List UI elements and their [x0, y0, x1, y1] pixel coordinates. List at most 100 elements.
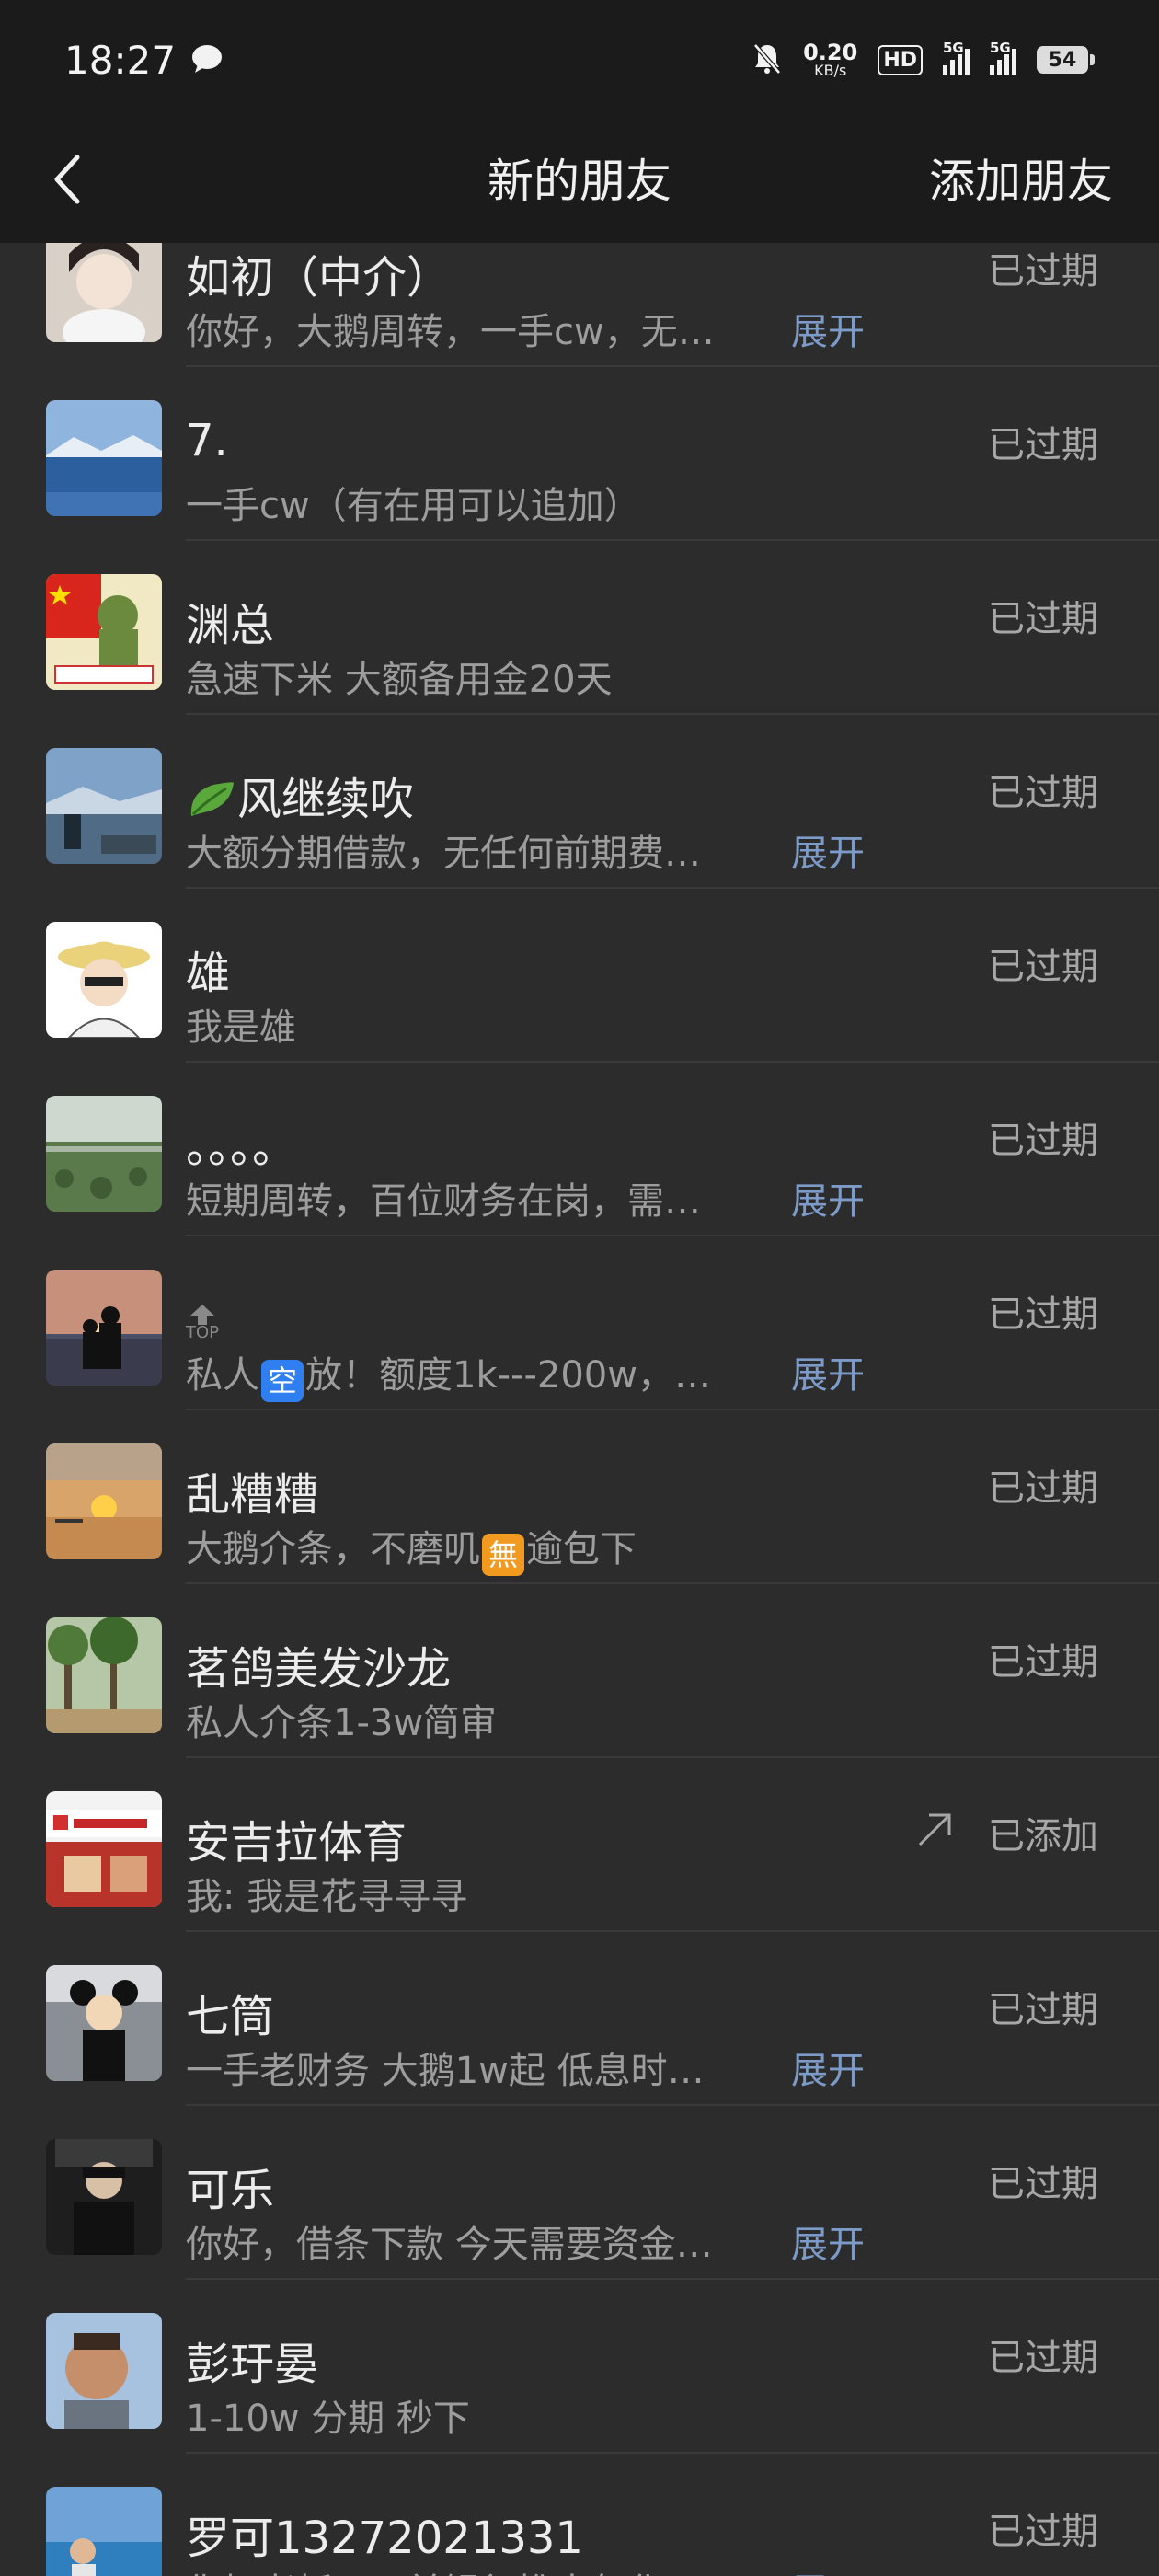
status-label: 已过期	[988, 1294, 1098, 1336]
expand-link[interactable]: 展开	[791, 1345, 865, 1398]
status-label: 已过期	[988, 2511, 1098, 2553]
avatar	[46, 400, 162, 516]
status-label: 已过期	[988, 424, 1098, 466]
expand-link[interactable]: 展开	[791, 823, 865, 877]
list-item[interactable]: 。。。。 短期周转，百位财务在岗，需… 展开 已过期	[0, 1063, 1159, 1236]
contact-message: 我: 我是花寻寻寻	[186, 1876, 468, 1918]
signal-label: 5G	[943, 40, 964, 56]
expand-link[interactable]: 展开	[791, 2562, 865, 2576]
add-friend-button[interactable]: 添加朋友	[929, 120, 1113, 243]
contact-name: 可乐	[186, 2165, 275, 2216]
avatar	[46, 1617, 162, 1733]
contact-message: 急速下米 大额备用金20天	[186, 659, 613, 701]
contact-name: 罗可13272021331	[186, 2513, 583, 2564]
status-label: 已过期	[988, 1641, 1098, 1684]
contact-message: 私人介条1-3w简审	[186, 1702, 498, 1744]
leaf-icon	[186, 779, 237, 820]
status-left: 18:27	[64, 38, 224, 83]
contact-message: 短期周转，百位财务在岗，需…	[186, 1180, 701, 1223]
list-item[interactable]: 七筒 一手老财务 大鹅1w起 低息时… 展开 已过期	[0, 1932, 1159, 2106]
net-speed-unit: KB/s	[814, 62, 847, 79]
arrow-up-right-icon	[914, 1810, 955, 1854]
hd-badge: HD	[878, 44, 923, 75]
list-item[interactable]: 茗鸽美发沙龙 私人介条1-3w简审 已过期	[0, 1584, 1159, 1758]
contact-name: 乱糟糟	[186, 1469, 319, 1521]
avatar	[46, 748, 162, 864]
contact-name-text: 风继续吹	[237, 774, 415, 825]
list-item[interactable]: 乱糟糟 大鹅介条，不磨叽無逾包下 已过期	[0, 1410, 1159, 1584]
contact-message: 你好，借条下款 今天需要资金…	[186, 2224, 713, 2266]
contact-message: 你好老板，目前银行推出年化…	[186, 2562, 701, 2576]
contact-message: 大额分期借款，无任何前期费…	[186, 833, 701, 875]
status-label: 已过期	[988, 1989, 1098, 2031]
avatar	[46, 1965, 162, 2081]
status-label: 已过期	[988, 772, 1098, 814]
contact-name: 茗鸽美发沙龙	[186, 1643, 452, 1695]
contact-name: 安吉拉体育	[186, 1817, 407, 1869]
message-text: 私人	[186, 1354, 259, 1397]
list-item[interactable]: TOP 私人空放！额度1k---200w，… 展开 已过期	[0, 1236, 1159, 1410]
list-item[interactable]: 彭玗晏 1-10w 分期 秒下 已过期	[0, 2280, 1159, 2454]
status-label: 已过期	[988, 598, 1098, 640]
net-speed: 0.20 KB/s	[803, 41, 857, 78]
status-right: 0.20 KB/s HD 5G 5G 54	[752, 40, 1095, 78]
list-item[interactable]: 雄 我是雄 已过期	[0, 889, 1159, 1063]
list-item[interactable]: 风继续吹 大额分期借款，无任何前期费… 展开 已过期	[0, 715, 1159, 889]
list-item[interactable]: 渊总 急速下米 大额备用金20天 已过期	[0, 541, 1159, 715]
status-label: 已过期	[988, 946, 1098, 988]
bell-mute-icon	[752, 41, 783, 78]
expand-link[interactable]: 展开	[791, 1171, 865, 1225]
avatar	[46, 1791, 162, 1907]
contact-message: 大鹅介条，不磨叽無逾包下	[186, 1519, 637, 1576]
list-item[interactable]: 可乐 你好，借条下款 今天需要资金… 展开 已过期	[0, 2106, 1159, 2280]
avatar	[46, 243, 162, 342]
contact-name: 渊总	[186, 600, 275, 651]
expand-link[interactable]: 展开	[791, 2214, 865, 2268]
status-label: 已过期	[988, 250, 1098, 293]
avatar	[46, 574, 162, 690]
emoji-badge: 無	[482, 1534, 524, 1576]
emoji-badge: 空	[261, 1360, 304, 1402]
list-item[interactable]: 安吉拉体育 我: 我是花寻寻寻 已添加	[0, 1758, 1159, 1932]
status-label: 已过期	[988, 2163, 1098, 2205]
contact-name: TOP	[186, 1284, 219, 1341]
list-item[interactable]: 如初（中介） 你好，大鹅周转，一手cw，无… 展开 已过期	[0, 243, 1159, 367]
friend-request-list[interactable]: 如初（中介） 你好，大鹅周转，一手cw，无… 展开 已过期 7. 一手cw（有在…	[0, 243, 1159, 2576]
signal-icon: 5G	[943, 40, 970, 75]
list-item[interactable]: 罗可13272021331 你好老板，目前银行推出年化… 展开 已过期	[0, 2454, 1159, 2576]
contact-message: 你好，大鹅周转，一手cw，无…	[186, 311, 715, 353]
status-label: 已过期	[988, 1120, 1098, 1162]
avatar	[46, 1443, 162, 1559]
avatar	[46, 2313, 162, 2429]
contact-name: 彭玗晏	[186, 2339, 319, 2390]
message-text: 大鹅介条，不磨叽	[186, 1528, 480, 1570]
list-item[interactable]: 7. 一手cw（有在用可以追加） 已过期	[0, 367, 1159, 541]
net-speed-value: 0.20	[803, 40, 858, 65]
avatar	[46, 922, 162, 1038]
avatar	[46, 2487, 162, 2576]
expand-link[interactable]: 展开	[791, 302, 865, 355]
message-text: 放！额度1k---200w，…	[305, 1354, 711, 1397]
clock: 18:27	[64, 37, 177, 83]
avatar	[46, 1096, 162, 1212]
signal-icon: 5G	[990, 40, 1016, 75]
contact-name: 。。。。	[186, 1121, 297, 1173]
status-bar: 18:27 0.20 KB/s HD 5G 5G 54	[0, 0, 1159, 120]
status-label: 已过期	[988, 2337, 1098, 2379]
contact-message: 私人空放！额度1k---200w，…	[186, 1345, 711, 1402]
contact-message: 一手cw（有在用可以追加）	[186, 485, 641, 527]
message-text: 逾包下	[526, 1528, 637, 1570]
contact-name: 雄	[186, 948, 231, 999]
status-label: 已过期	[988, 1467, 1098, 1510]
contact-message: 1-10w 分期 秒下	[186, 2398, 470, 2440]
contact-name: 七筒	[186, 1991, 275, 2042]
contact-name: 如初（中介）	[186, 252, 452, 304]
contact-name: 7.	[186, 415, 228, 466]
signal-label: 5G	[990, 40, 1011, 56]
expand-link[interactable]: 展开	[791, 2041, 865, 2094]
contact-message: 一手老财务 大鹅1w起 低息时…	[186, 2050, 705, 2092]
contact-message: 我是雄	[186, 1006, 296, 1049]
avatar	[46, 1270, 162, 1386]
contact-name: 风继续吹	[186, 763, 414, 827]
top-label: TOP	[186, 1323, 220, 1342]
